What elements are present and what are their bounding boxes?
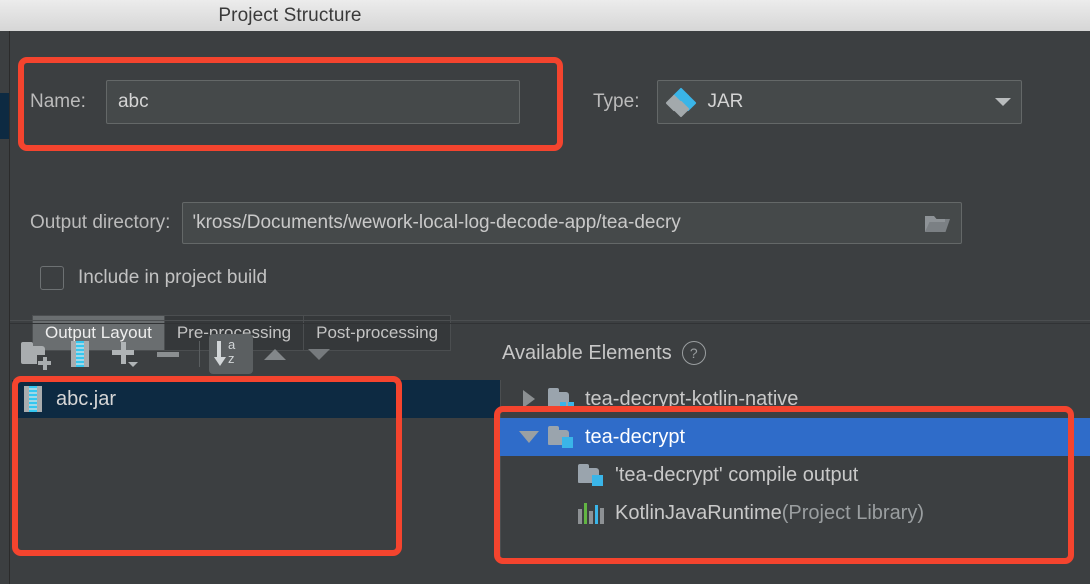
library-bars-icon: [578, 502, 604, 524]
jar-archive-icon: [71, 341, 89, 367]
tree-item-label: 'tea-decrypt' compile output: [615, 464, 858, 487]
plus-dropdown-icon: [110, 341, 138, 367]
page-title: Project Structure: [218, 5, 361, 27]
tree-item-tea-decrypt-kotlin-native[interactable]: tea-decrypt-kotlin-native: [500, 380, 1090, 418]
tabs-divider: [10, 320, 1090, 321]
move-up-button[interactable]: [253, 334, 297, 374]
type-dropdown[interactable]: JAR: [657, 80, 1022, 124]
move-down-button[interactable]: [297, 334, 341, 374]
include-in-build-row[interactable]: Include in project build: [40, 266, 267, 290]
project-structure-window: Project Structure Name: abc Type: JAR: [0, 0, 1090, 584]
triangle-down-icon: [308, 349, 330, 360]
output-directory-label: Output directory:: [30, 212, 170, 234]
tree-item-label: KotlinJavaRuntime: [615, 502, 782, 525]
available-elements-title: Available Elements: [502, 342, 672, 365]
toolbar-separator: [199, 341, 200, 367]
expander-expanded-icon[interactable]: [510, 431, 548, 443]
output-directory-row: Output directory: 'kross/Documents/wewor…: [30, 202, 962, 244]
output-layout-list[interactable]: abc.jar: [12, 380, 501, 556]
sort-a-z-icon: az: [216, 339, 246, 369]
output-directory-value: 'kross/Documents/wework-local-log-decode…: [192, 212, 921, 234]
list-item[interactable]: abc.jar: [12, 380, 500, 418]
tabs-divider-shadow: [10, 323, 1090, 324]
compile-output-folder-icon: [578, 464, 604, 486]
name-input-value: abc: [118, 91, 149, 113]
question-mark-icon[interactable]: ?: [682, 341, 706, 365]
expander-collapsed-icon[interactable]: [510, 390, 548, 408]
module-folder-icon: [548, 426, 574, 448]
folder-plus-icon: [21, 342, 51, 366]
tree-item-label: tea-decrypt-kotlin-native: [585, 388, 798, 411]
name-row: Name: abc: [30, 80, 520, 124]
type-label: Type:: [593, 91, 639, 113]
name-label: Name:: [30, 91, 86, 113]
type-row: Type: JAR: [593, 80, 1022, 124]
available-elements-header: Available Elements ?: [502, 341, 706, 365]
left-rail: [0, 31, 10, 584]
left-rail-selection-marker: [0, 93, 9, 139]
tree-item-compile-output[interactable]: 'tea-decrypt' compile output: [500, 456, 1090, 494]
remove-button[interactable]: [146, 334, 190, 374]
triangle-up-icon: [264, 349, 286, 360]
type-dropdown-value: JAR: [707, 91, 743, 113]
minus-icon: [157, 352, 179, 357]
include-in-build-label: Include in project build: [78, 267, 267, 289]
window-title-bar: Project Structure: [0, 0, 1090, 32]
add-archive-button[interactable]: [58, 334, 102, 374]
available-elements-tree[interactable]: tea-decrypt-kotlin-native tea-decrypt 't…: [500, 380, 1090, 556]
tree-item-kotlin-java-runtime[interactable]: KotlinJavaRuntime (Project Library): [500, 494, 1090, 532]
tree-item-label: tea-decrypt: [585, 426, 685, 449]
tree-item-tea-decrypt[interactable]: tea-decrypt: [500, 418, 1090, 456]
output-directory-input[interactable]: 'kross/Documents/wework-local-log-decode…: [182, 202, 962, 244]
jar-diamonds-icon: [668, 90, 694, 114]
folder-open-icon[interactable]: [921, 208, 955, 238]
list-item-label: abc.jar: [56, 388, 116, 411]
output-layout-toolbar: az: [14, 332, 341, 376]
add-button[interactable]: [102, 334, 146, 374]
chevron-down-icon: [995, 98, 1011, 106]
tree-item-suffix: (Project Library): [782, 502, 924, 525]
name-input[interactable]: abc: [106, 80, 520, 124]
add-directory-button[interactable]: [14, 334, 58, 374]
jar-archive-icon: [24, 386, 42, 412]
include-in-build-checkbox[interactable]: [40, 266, 64, 290]
sort-button[interactable]: az: [209, 334, 253, 374]
module-folder-icon: [548, 388, 574, 410]
